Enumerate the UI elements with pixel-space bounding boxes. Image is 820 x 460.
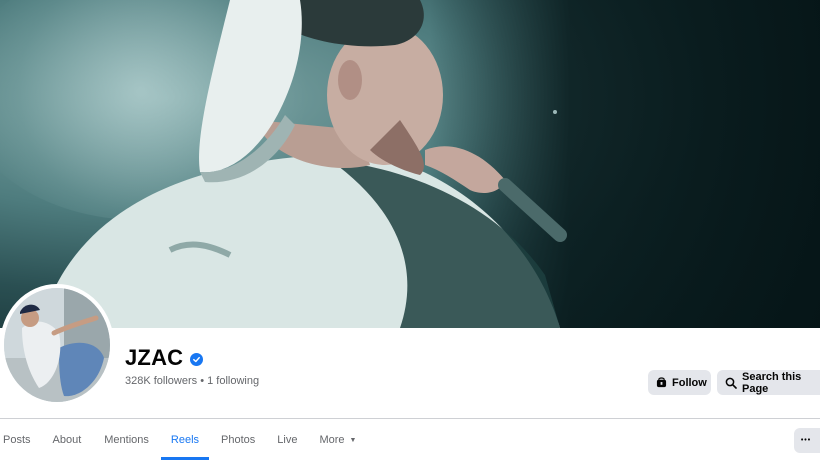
tab-posts[interactable]: Posts — [3, 420, 31, 460]
page-title: JZAC — [125, 345, 184, 370]
cover-photo[interactable] — [0, 0, 820, 328]
follow-button[interactable]: Follow — [648, 370, 711, 395]
cover-performer-illustration — [40, 0, 567, 328]
tab-label: More — [319, 434, 345, 446]
search-icon — [725, 377, 737, 389]
verified-badge-icon — [190, 353, 204, 366]
profile-picture[interactable] — [0, 284, 114, 406]
tab-live[interactable]: Live — [277, 420, 297, 460]
search-page-label: Search this Page — [742, 370, 802, 395]
tab-label: About — [52, 434, 82, 446]
tab-reels[interactable]: Reels — [160, 420, 210, 460]
more-dots-icon: ••• — [800, 437, 812, 444]
profile-picture-illustration — [4, 288, 110, 402]
tab-photos[interactable]: Photos — [221, 420, 255, 460]
tab-label: Mentions — [104, 434, 149, 446]
more-options-button[interactable]: ••• — [794, 428, 820, 453]
tab-more[interactable]: More ▼ — [319, 420, 356, 460]
header-divider — [0, 418, 820, 419]
tab-label: Live — [277, 434, 298, 446]
checkmark-icon — [193, 356, 201, 363]
search-page-button[interactable]: Search this Page — [717, 370, 820, 395]
tab-label: Posts — [3, 434, 31, 446]
tab-label: Photos — [221, 434, 256, 446]
chevron-down-icon: ▼ — [349, 436, 357, 444]
tab-mentions[interactable]: Mentions — [104, 420, 149, 460]
tab-about[interactable]: About — [53, 420, 82, 460]
page-name-row: JZAC — [125, 345, 204, 371]
follower-stats[interactable]: 328K followers • 1 following — [125, 375, 259, 387]
page-tabs: Posts About Mentions Reels Photos Live M… — [0, 420, 356, 460]
follow-button-label: Follow — [672, 376, 707, 389]
tab-label: Reels — [170, 434, 200, 446]
follow-icon — [656, 377, 667, 388]
